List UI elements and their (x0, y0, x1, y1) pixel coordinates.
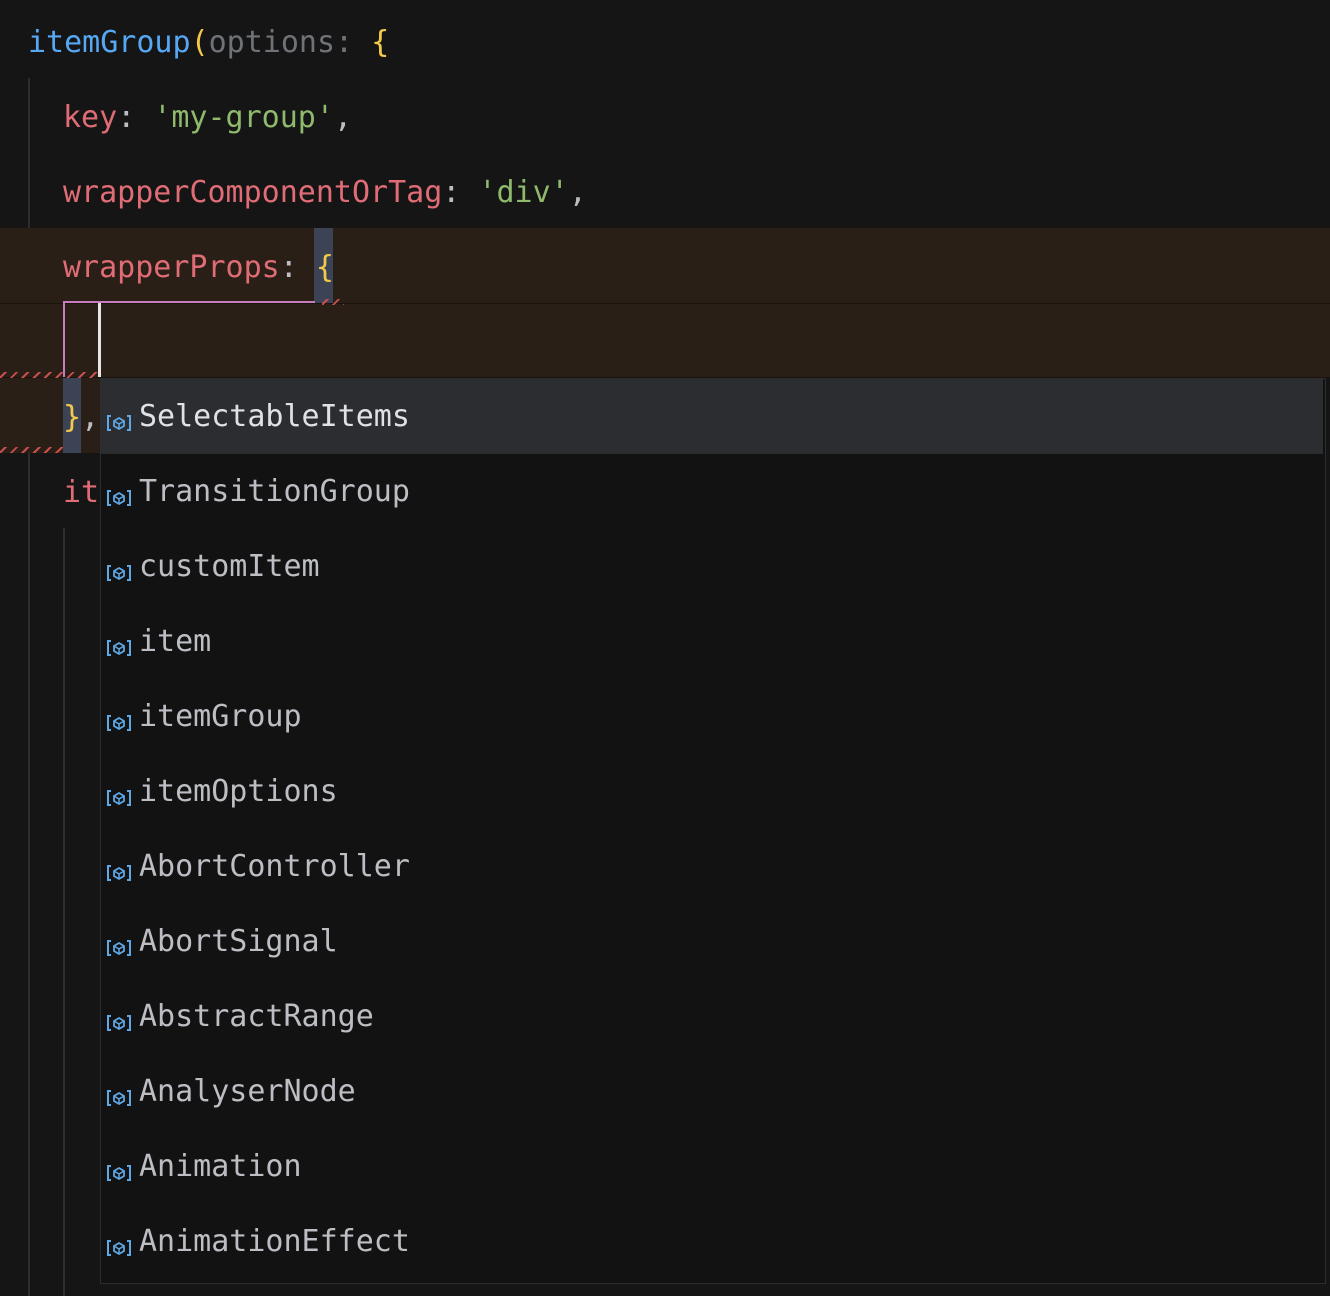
code-line-3[interactable]: wrapperComponentOrTag: 'div', (0, 153, 1330, 228)
completion-item[interactable]: AbstractRange (101, 979, 1323, 1054)
completion-item-label: customItem (139, 549, 320, 584)
function-name: itemGroup (28, 25, 191, 60)
parameter-hint: options: (208, 25, 354, 60)
code-line-7[interactable]: it (0, 453, 100, 528)
open-brace: { (371, 25, 390, 60)
variable-icon (106, 1006, 132, 1031)
variable-icon (106, 481, 132, 506)
colon: : (117, 100, 136, 135)
completion-item[interactable]: item (101, 604, 1323, 679)
completion-item[interactable]: itemGroup (101, 679, 1323, 754)
completion-item[interactable]: Animation (101, 1129, 1323, 1204)
completion-item[interactable]: customItem (101, 529, 1323, 604)
variable-icon (106, 631, 132, 656)
variable-icon (106, 931, 132, 956)
completion-item-label: AnimationEffect (139, 1224, 410, 1259)
completion-item[interactable]: itemOptions (101, 754, 1323, 829)
completion-item-label: itemGroup (139, 699, 302, 734)
code-line-1[interactable]: itemGroup(options: { (0, 3, 1330, 78)
comma: , (81, 400, 100, 435)
variable-icon (106, 1231, 132, 1256)
text-caret (98, 303, 101, 377)
completion-item[interactable]: TransitionGroup (101, 454, 1323, 529)
completion-item-label: AnalyserNode (139, 1074, 356, 1109)
string-value: 'div' (478, 175, 569, 210)
completion-item-label: itemOptions (139, 774, 338, 809)
completion-item-label: Animation (139, 1149, 302, 1184)
completion-item-label: TransitionGroup (139, 474, 410, 509)
completion-item[interactable]: AbortController (101, 829, 1323, 904)
code-line-4[interactable]: wrapperProps: { (0, 228, 1330, 303)
comma: , (333, 100, 352, 135)
variable-icon (106, 781, 132, 806)
completion-item[interactable]: AbortSignal (101, 904, 1323, 979)
error-underline (322, 299, 344, 305)
completion-item-label: SelectableItems (139, 399, 410, 434)
open-paren: ( (190, 25, 209, 60)
variable-icon (106, 556, 132, 581)
completion-item[interactable]: AnalyserNode (101, 1054, 1323, 1129)
close-brace: } (63, 400, 82, 435)
variable-icon (106, 406, 132, 431)
completion-item-label: AbortController (139, 849, 410, 884)
string-value: 'my-group' (153, 100, 334, 135)
completion-item-label: item (139, 624, 212, 659)
partial-property-key: it (63, 475, 100, 510)
code-editor[interactable]: itemGroup(options: { key: 'my-group', wr… (0, 0, 1330, 1296)
variable-icon (106, 856, 132, 881)
completion-item[interactable]: AnimationEffect (101, 1204, 1323, 1279)
completion-item-label: AbstractRange (139, 999, 374, 1034)
property-key: wrapperProps (63, 250, 280, 285)
variable-icon (106, 706, 132, 731)
open-brace: { (315, 250, 334, 285)
completion-item-label: AbortSignal (139, 924, 338, 959)
colon: : (279, 250, 298, 285)
colon: : (442, 175, 461, 210)
code-line-2[interactable]: key: 'my-group', (0, 78, 1330, 153)
code-line-6[interactable]: }, (0, 378, 100, 453)
completion-item[interactable]: SelectableItems (101, 379, 1323, 454)
property-key: key (63, 100, 118, 135)
property-key: wrapperComponentOrTag (63, 175, 443, 210)
comma: , (568, 175, 587, 210)
completion-popup[interactable]: SelectableItems TransitionGroup customItem… (100, 378, 1326, 1284)
variable-icon (106, 1081, 132, 1106)
indent-guide (63, 528, 65, 1296)
variable-icon (106, 1156, 132, 1181)
